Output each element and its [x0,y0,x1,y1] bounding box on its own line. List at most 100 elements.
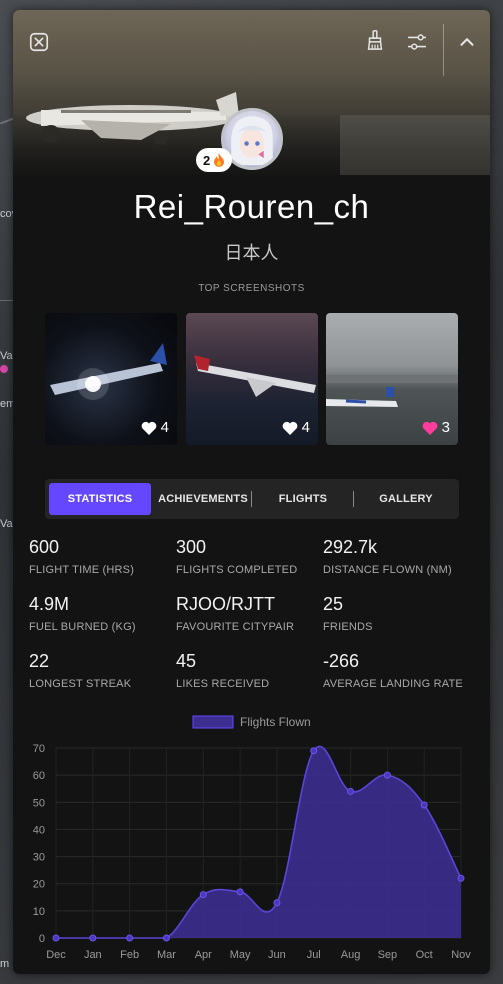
data-point[interactable] [89,934,97,942]
screenshot-card[interactable]: 4 [45,313,177,445]
data-point[interactable] [310,747,318,755]
stat-value: 600 [29,537,60,557]
screenshot-likes[interactable]: 4 [141,419,169,436]
data-point[interactable] [383,771,391,779]
data-point[interactable] [347,787,355,795]
x-tick-label: Jun [268,949,286,961]
stat-label: FUEL BURNED (KG) [29,621,136,633]
stat-flight-time: 600 FLIGHT TIME (HRS) [29,537,134,576]
data-point[interactable] [420,801,428,809]
stat-fuel-burned: 4.9M FUEL BURNED (KG) [29,594,136,633]
streak-count: 2 [203,152,211,168]
stat-label: FLIGHTS COMPLETED [176,564,298,576]
clear-button[interactable] [363,28,387,52]
chevron-up-icon [460,38,474,46]
tab-statistics[interactable]: STATISTICS [49,483,151,515]
stat-label: FRIENDS [323,621,373,633]
screenshot-card[interactable]: 3 [326,313,458,445]
heart-icon [422,421,438,435]
y-tick-label: 50 [33,797,45,809]
tab-gallery[interactable]: GALLERY [357,483,455,515]
avatar-image [231,116,273,166]
like-count: 4 [160,419,169,436]
tab-achievements[interactable]: ACHIEVEMENTS [155,483,251,515]
stat-label: FAVOURITE CITYPAIR [176,621,295,633]
stat-average-landing-rate: -266 AVERAGE LANDING RATE [323,651,463,690]
x-tick-label: Apr [195,949,212,961]
y-tick-label: 0 [39,933,45,945]
stat-value: 300 [176,537,207,557]
data-point[interactable] [199,891,207,899]
x-tick-label: Sep [378,949,398,961]
stat-friends: 25 FRIENDS [323,594,373,633]
screenshot-likes[interactable]: 3 [422,419,450,436]
map-road [0,117,14,125]
x-tick-label: Aug [341,949,361,961]
brush-icon [367,30,383,50]
x-tick-label: Jul [307,949,321,961]
stat-longest-streak: 22 LONGEST STREAK [29,651,131,690]
legend-swatch [192,715,234,729]
username: Rei_Rouren_ch [133,188,370,225]
map-label: Va [0,518,13,530]
x-tick-label: Nov [451,949,471,961]
map-marker[interactable] [0,365,8,373]
x-tick-label: Mar [157,949,176,961]
map-road [0,300,14,301]
stat-value: 45 [176,651,197,671]
stat-likes-received: 45 LIKES RECEIVED [176,651,269,690]
y-tick-label: 20 [33,879,45,891]
y-tick-label: 30 [33,852,45,864]
banner-airplane-image [26,92,239,145]
data-point[interactable] [273,899,281,907]
screenshot-likes[interactable]: 4 [282,419,310,436]
stat-label: DISTANCE FLOWN (NM) [323,564,452,576]
top-screenshots-title: TOP SCREENSHOTS [198,283,305,294]
heart-icon [282,421,298,435]
stat-label: AVERAGE LANDING RATE [323,678,463,690]
legend-label: Flights Flown [240,715,311,729]
y-tick-label: 60 [33,770,45,782]
y-tick-label: 70 [33,743,45,755]
map-label: m [0,958,10,970]
stat-value: 22 [29,651,50,671]
data-point[interactable] [236,888,244,896]
profile-panel: 2 Rei_Rouren_ch 日本人 TOP SCREENSHOTS 4 4 [13,10,490,974]
x-tick-label: Feb [120,949,139,961]
stat-value: 25 [323,594,344,614]
stat-flights-completed: 300 FLIGHTS COMPLETED [176,537,297,576]
y-tick-label: 10 [33,906,45,918]
data-point[interactable] [126,934,134,942]
screenshot-card[interactable]: 4 [186,313,318,445]
collapse-button[interactable] [455,30,479,54]
sliders-icon [407,34,427,50]
streak-badge: 2 [196,148,233,172]
close-icon [29,32,49,52]
fire-icon [214,153,225,167]
close-button[interactable] [27,30,51,54]
filter-settings-button[interactable] [405,30,429,54]
stat-value: 4.9M [29,594,70,614]
stat-distance-flown: 292.7k DISTANCE FLOWN (NM) [323,537,452,576]
stat-value: -266 [323,651,360,671]
tab-separator [251,491,252,507]
like-count: 3 [441,419,450,436]
tab-flights[interactable]: FLIGHTS [255,483,351,515]
heart-icon [141,421,157,435]
stat-label: FLIGHT TIME (HRS) [29,564,135,576]
like-count: 4 [301,419,310,436]
x-tick-label: Oct [416,949,433,961]
data-point[interactable] [162,934,170,942]
x-tick-label: Jan [84,949,102,961]
x-tick-label: Dec [46,949,66,961]
banner-terminal [340,115,490,175]
stat-favourite-citypair: RJOO/RJTT FAVOURITE CITYPAIR [176,594,294,633]
nationality: 日本人 [224,243,279,263]
profile-tabs: STATISTICS ACHIEVEMENTS FLIGHTS GALLERY [45,479,459,519]
data-point[interactable] [52,934,60,942]
stat-value: 292.7k [323,537,378,557]
stat-label: LONGEST STREAK [29,678,132,690]
flights-chart: Flights Flown 0 10 20 30 40 50 60 70 Dec Jan Feb M… [33,715,472,961]
data-point[interactable] [457,874,465,882]
stat-value: RJOO/RJTT [176,594,275,614]
